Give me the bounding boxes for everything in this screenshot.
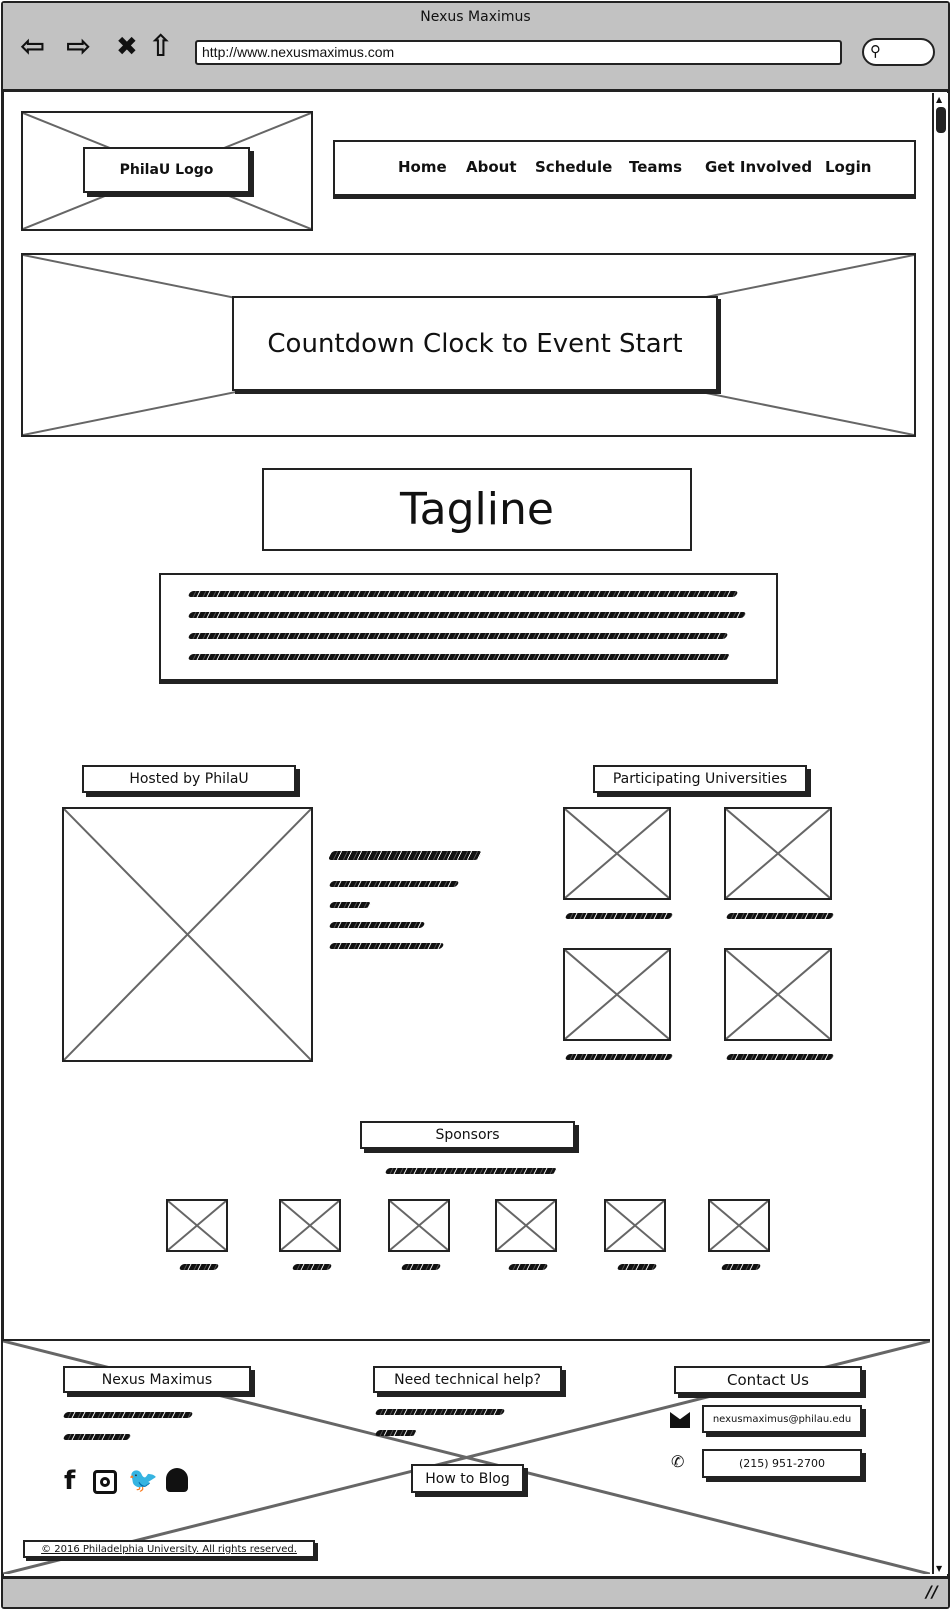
sponsor-logo-placeholder xyxy=(708,1199,770,1252)
scroll-thumb[interactable] xyxy=(936,107,946,133)
snapchat-icon[interactable] xyxy=(166,1468,188,1492)
scroll-down-icon[interactable]: ▼ xyxy=(936,1564,946,1573)
copyright-link[interactable]: © 2016 Philadelphia University. All righ… xyxy=(23,1540,315,1558)
intro-paragraph xyxy=(159,573,778,681)
status-bar xyxy=(3,1576,948,1607)
countdown-clock: Countdown Clock to Event Start xyxy=(232,296,718,391)
university-name-text xyxy=(564,913,674,919)
sponsor-name-text xyxy=(507,1264,549,1270)
university-name-text xyxy=(725,913,835,919)
sponsor-logo-placeholder xyxy=(279,1199,341,1252)
university-name-text xyxy=(725,1054,835,1060)
logo-label[interactable]: PhilaU Logo xyxy=(83,147,250,193)
host-text xyxy=(328,881,460,887)
footer-col1-title: Nexus Maximus xyxy=(63,1366,251,1393)
phone-icon: ✆ xyxy=(671,1452,685,1471)
sponsor-name-text xyxy=(400,1264,442,1270)
instagram-icon[interactable] xyxy=(93,1470,117,1494)
nav-get-involved[interactable]: Get Involved xyxy=(705,158,812,176)
sponsors-label: Sponsors xyxy=(360,1121,575,1149)
twitter-icon[interactable]: 🐦 xyxy=(128,1466,158,1494)
university-logo-placeholder xyxy=(563,948,671,1041)
tagline: Tagline xyxy=(262,468,692,551)
how-to-blog-button[interactable]: How to Blog xyxy=(411,1464,524,1493)
url-bar[interactable]: http://www.nexusmaximus.com xyxy=(195,40,842,65)
phone-field[interactable]: (215) 951-2700 xyxy=(702,1449,862,1478)
university-logo-placeholder xyxy=(724,807,832,900)
university-name-text xyxy=(564,1054,674,1060)
sponsor-name-text xyxy=(616,1264,658,1270)
facebook-icon[interactable]: f xyxy=(64,1466,75,1496)
sponsor-name-text xyxy=(720,1264,762,1270)
host-image-placeholder xyxy=(62,807,313,1062)
window-title: Nexus Maximus xyxy=(420,9,531,25)
stop-icon[interactable]: ✖ xyxy=(116,30,138,64)
sponsor-logo-placeholder xyxy=(388,1199,450,1252)
resize-grip-icon[interactable]: // xyxy=(926,1582,938,1601)
scroll-up-icon[interactable]: ▲ xyxy=(936,95,946,104)
nav-login[interactable]: Login xyxy=(825,158,871,176)
back-arrow-icon[interactable]: ⇦ xyxy=(20,30,45,64)
footer-col3-title: Contact Us xyxy=(674,1366,862,1394)
footer-col2-title: Need technical help? xyxy=(373,1366,562,1393)
search-icon: ⚲ xyxy=(870,42,881,60)
nav-about[interactable]: About xyxy=(466,158,517,176)
main-nav: Home About Schedule Teams Get Involved L… xyxy=(333,140,916,196)
nav-teams[interactable]: Teams xyxy=(629,158,682,176)
sponsor-name-text xyxy=(178,1264,220,1270)
sponsor-logo-placeholder xyxy=(166,1199,228,1252)
universities-label: Participating Universities xyxy=(593,765,807,793)
university-logo-placeholder xyxy=(563,807,671,900)
nav-schedule[interactable]: Schedule xyxy=(535,158,612,176)
host-heading-text xyxy=(327,851,483,860)
sponsors-text xyxy=(384,1168,558,1174)
email-field[interactable]: nexusmaximus@philau.edu xyxy=(702,1405,862,1433)
forward-arrow-icon[interactable]: ⇨ xyxy=(66,30,91,64)
university-logo-placeholder xyxy=(724,948,832,1041)
nav-home[interactable]: Home xyxy=(398,158,447,176)
home-icon[interactable]: ⇧ xyxy=(148,30,173,64)
browser-search-field[interactable]: ⚲ xyxy=(862,38,935,66)
scrollbar[interactable]: ▲ ▼ xyxy=(932,93,948,1574)
hosted-label: Hosted by PhilaU xyxy=(82,765,296,793)
sponsor-name-text xyxy=(291,1264,333,1270)
sponsor-logo-placeholder xyxy=(604,1199,666,1252)
sponsor-logo-placeholder xyxy=(495,1199,557,1252)
